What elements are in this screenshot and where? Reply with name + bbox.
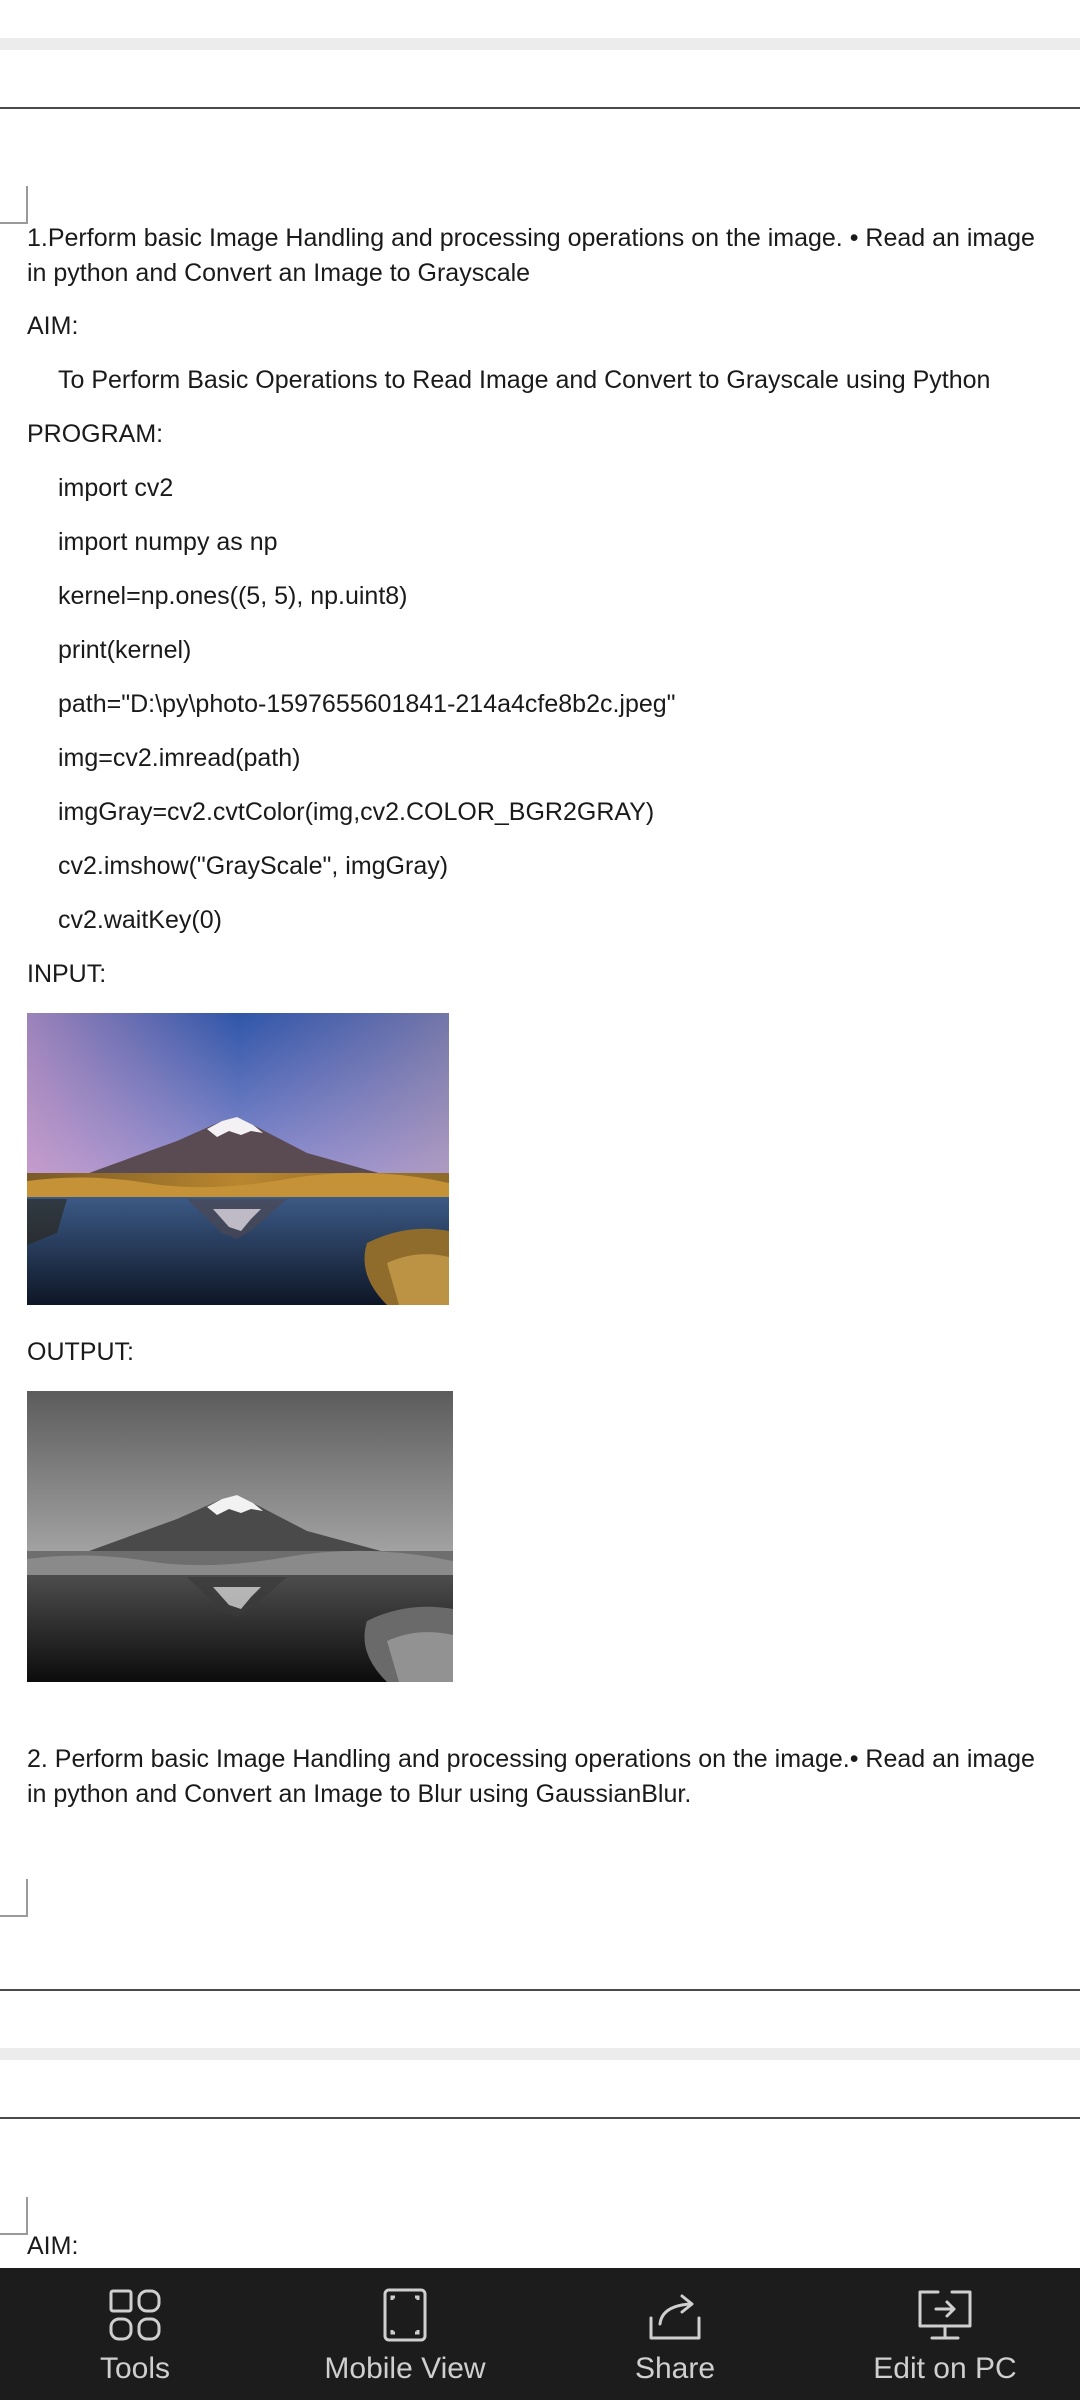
page-corner-mark <box>0 2197 28 2235</box>
mobile-view-icon <box>376 2286 434 2344</box>
tools-button[interactable]: Tools <box>0 2268 270 2400</box>
code-line: import numpy as np <box>58 528 278 556</box>
code-line: kernel=np.ones((5, 5), np.uint8) <box>58 582 408 610</box>
page-rule-top <box>0 107 1080 109</box>
share-label: Share <box>634 2352 716 2385</box>
page-rule-next <box>0 2117 1080 2119</box>
page-gap-top <box>0 38 1080 50</box>
question-2-text: 2. Perform basic Image Handling and proc… <box>27 1745 1035 1808</box>
mobile-view-label: Mobile View <box>324 2352 486 2385</box>
aim-heading: AIM: <box>27 312 79 340</box>
edit-on-pc-label: Edit on PC <box>873 2352 1017 2385</box>
page-gap-middle <box>0 2048 1080 2060</box>
page-corner-mark <box>0 186 28 224</box>
page-rule-bottom <box>0 1989 1080 1991</box>
bottom-toolbar: Tools Mobile View Share Edit on PC <box>0 2268 1080 2400</box>
code-line: cv2.imshow("GrayScale", imgGray) <box>58 852 449 880</box>
page-corner-mark <box>0 1879 28 1917</box>
share-button[interactable]: Share <box>540 2268 810 2400</box>
code-line: import cv2 <box>58 474 174 502</box>
aim-text: To Perform Basic Operations to Read Imag… <box>58 366 991 394</box>
input-heading: INPUT: <box>27 960 107 988</box>
monitor-icon <box>916 2286 974 2344</box>
question-1-text: 1.Perform basic Image Handling and proce… <box>27 224 1035 287</box>
tools-label: Tools <box>99 2352 171 2385</box>
share-icon <box>646 2286 704 2344</box>
code-line: cv2.waitKey(0) <box>58 906 222 934</box>
tools-grid-icon <box>106 2286 164 2344</box>
edit-on-pc-button[interactable]: Edit on PC <box>810 2268 1080 2400</box>
mobile-view-button[interactable]: Mobile View <box>270 2268 540 2400</box>
input-mountain-image[interactable] <box>27 1013 449 1305</box>
output-grayscale-image[interactable] <box>27 1391 453 1682</box>
output-heading: OUTPUT: <box>27 1338 134 1366</box>
code-line: img=cv2.imread(path) <box>58 744 301 772</box>
program-heading: PROGRAM: <box>27 420 164 448</box>
next-page-aim-heading: AIM: <box>27 2232 79 2260</box>
code-line: imgGray=cv2.cvtColor(img,cv2.COLOR_BGR2G… <box>58 798 655 826</box>
code-line: print(kernel) <box>58 636 192 664</box>
code-line: path="D:\py\photo-1597655601841-214a4cfe… <box>58 690 676 718</box>
